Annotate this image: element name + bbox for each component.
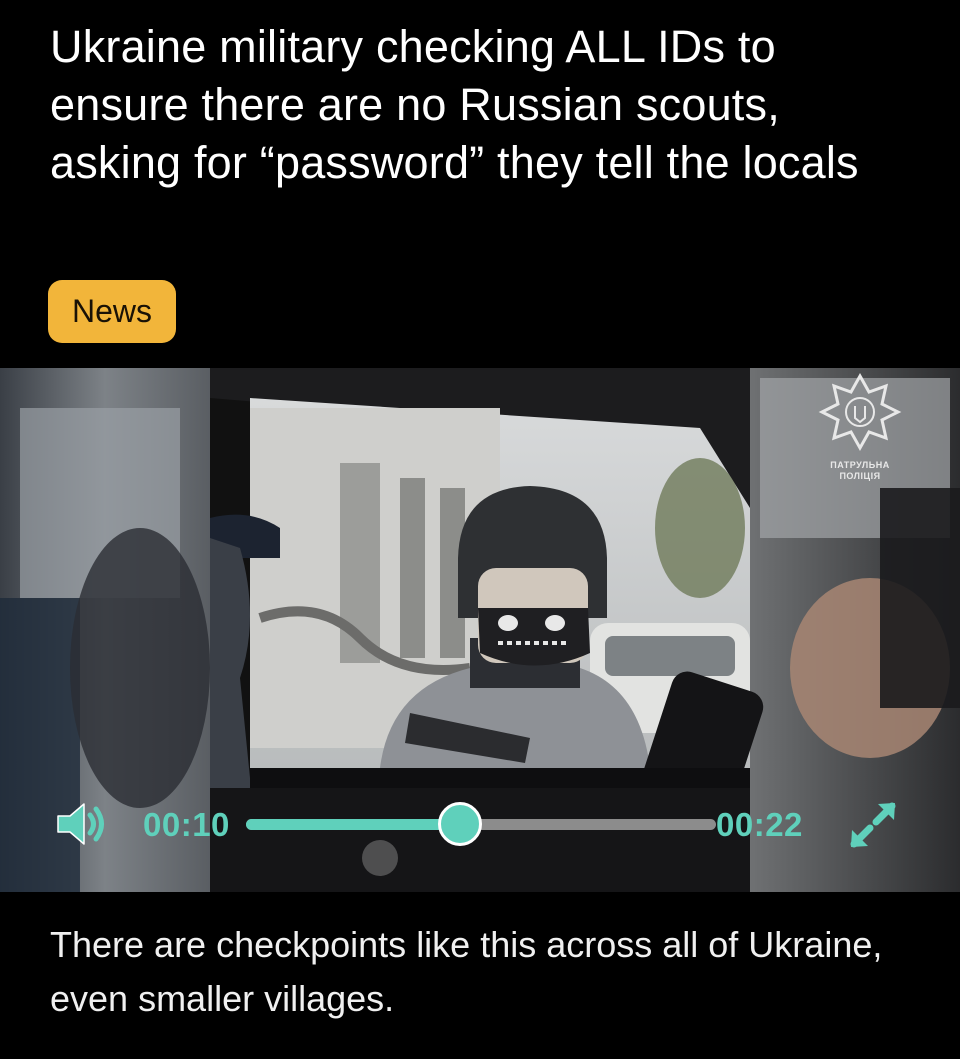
- seek-bar-thumb[interactable]: [437, 802, 482, 846]
- police-watermark-text: ПАТРУЛЬНА ПОЛІЦІЯ: [830, 460, 890, 481]
- post-title: Ukraine military checking ALL IDs to ens…: [50, 21, 859, 188]
- expand-arrows-icon[interactable]: [848, 800, 898, 850]
- post-caption: There are checkpoints like this across a…: [50, 924, 883, 1019]
- seek-bar-progress: [246, 819, 460, 830]
- duration-time: 00:22: [716, 806, 803, 843]
- speaker-volume-icon[interactable]: [56, 802, 112, 846]
- seek-bar[interactable]: [246, 802, 716, 846]
- news-tag[interactable]: News: [48, 280, 177, 343]
- current-time: 00:10: [143, 806, 230, 843]
- video-controls: 00:10 00:22: [0, 788, 960, 868]
- post-page: Ukraine military checking ALL IDs to ens…: [0, 0, 960, 1059]
- video-player[interactable]: ПАТРУЛЬНА ПОЛІЦІЯ 00:10 00:22: [0, 368, 960, 892]
